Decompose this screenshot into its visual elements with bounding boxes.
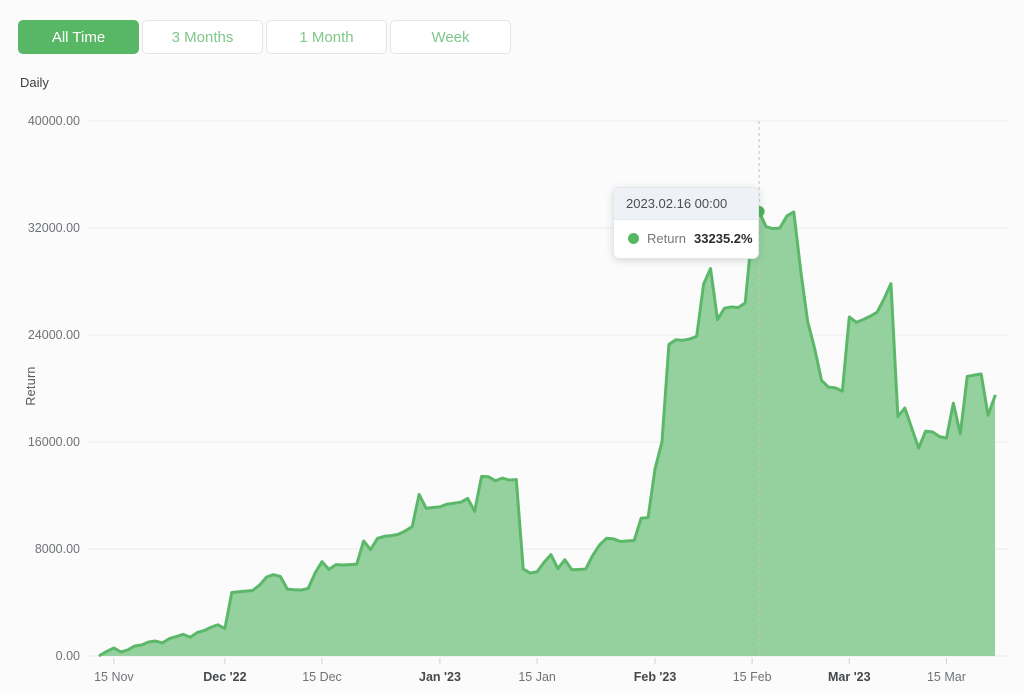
tooltip-date: 2023.02.16 00:00 (614, 188, 758, 220)
x-tick-label: 15 Feb (733, 670, 772, 684)
tooltip-body: Return 33235.2% (614, 220, 758, 258)
chart-svg[interactable]: 0.00 8000.00 16000.00 24000.00 32000.00 40000… (0, 0, 1024, 693)
tooltip-value: 33235.2% (694, 231, 753, 246)
x-tick-label: Feb '23 (634, 670, 677, 684)
x-tick-label: 15 Jan (518, 670, 556, 684)
y-tick-label: 8000.00 (35, 542, 80, 556)
y-tick-label: 40000.00 (28, 114, 80, 128)
x-tick-label: Mar '23 (828, 670, 871, 684)
y-tick-label: 0.00 (56, 649, 80, 663)
x-tick-label: Jan '23 (419, 670, 461, 684)
x-tick-label: Dec '22 (203, 670, 246, 684)
y-tick-label: 16000.00 (28, 435, 80, 449)
chart-tooltip: 2023.02.16 00:00 Return 33235.2% (613, 187, 759, 259)
x-tick-label: 15 Nov (94, 670, 134, 684)
x-tick-label: 15 Dec (302, 670, 342, 684)
y-tick-label: 24000.00 (28, 328, 80, 342)
y-tick-label: 32000.00 (28, 221, 80, 235)
return-area-fill (100, 211, 995, 656)
x-tick-label: 15 Mar (927, 670, 966, 684)
tooltip-series-label: Return (647, 231, 686, 246)
series-marker-icon (628, 233, 639, 244)
